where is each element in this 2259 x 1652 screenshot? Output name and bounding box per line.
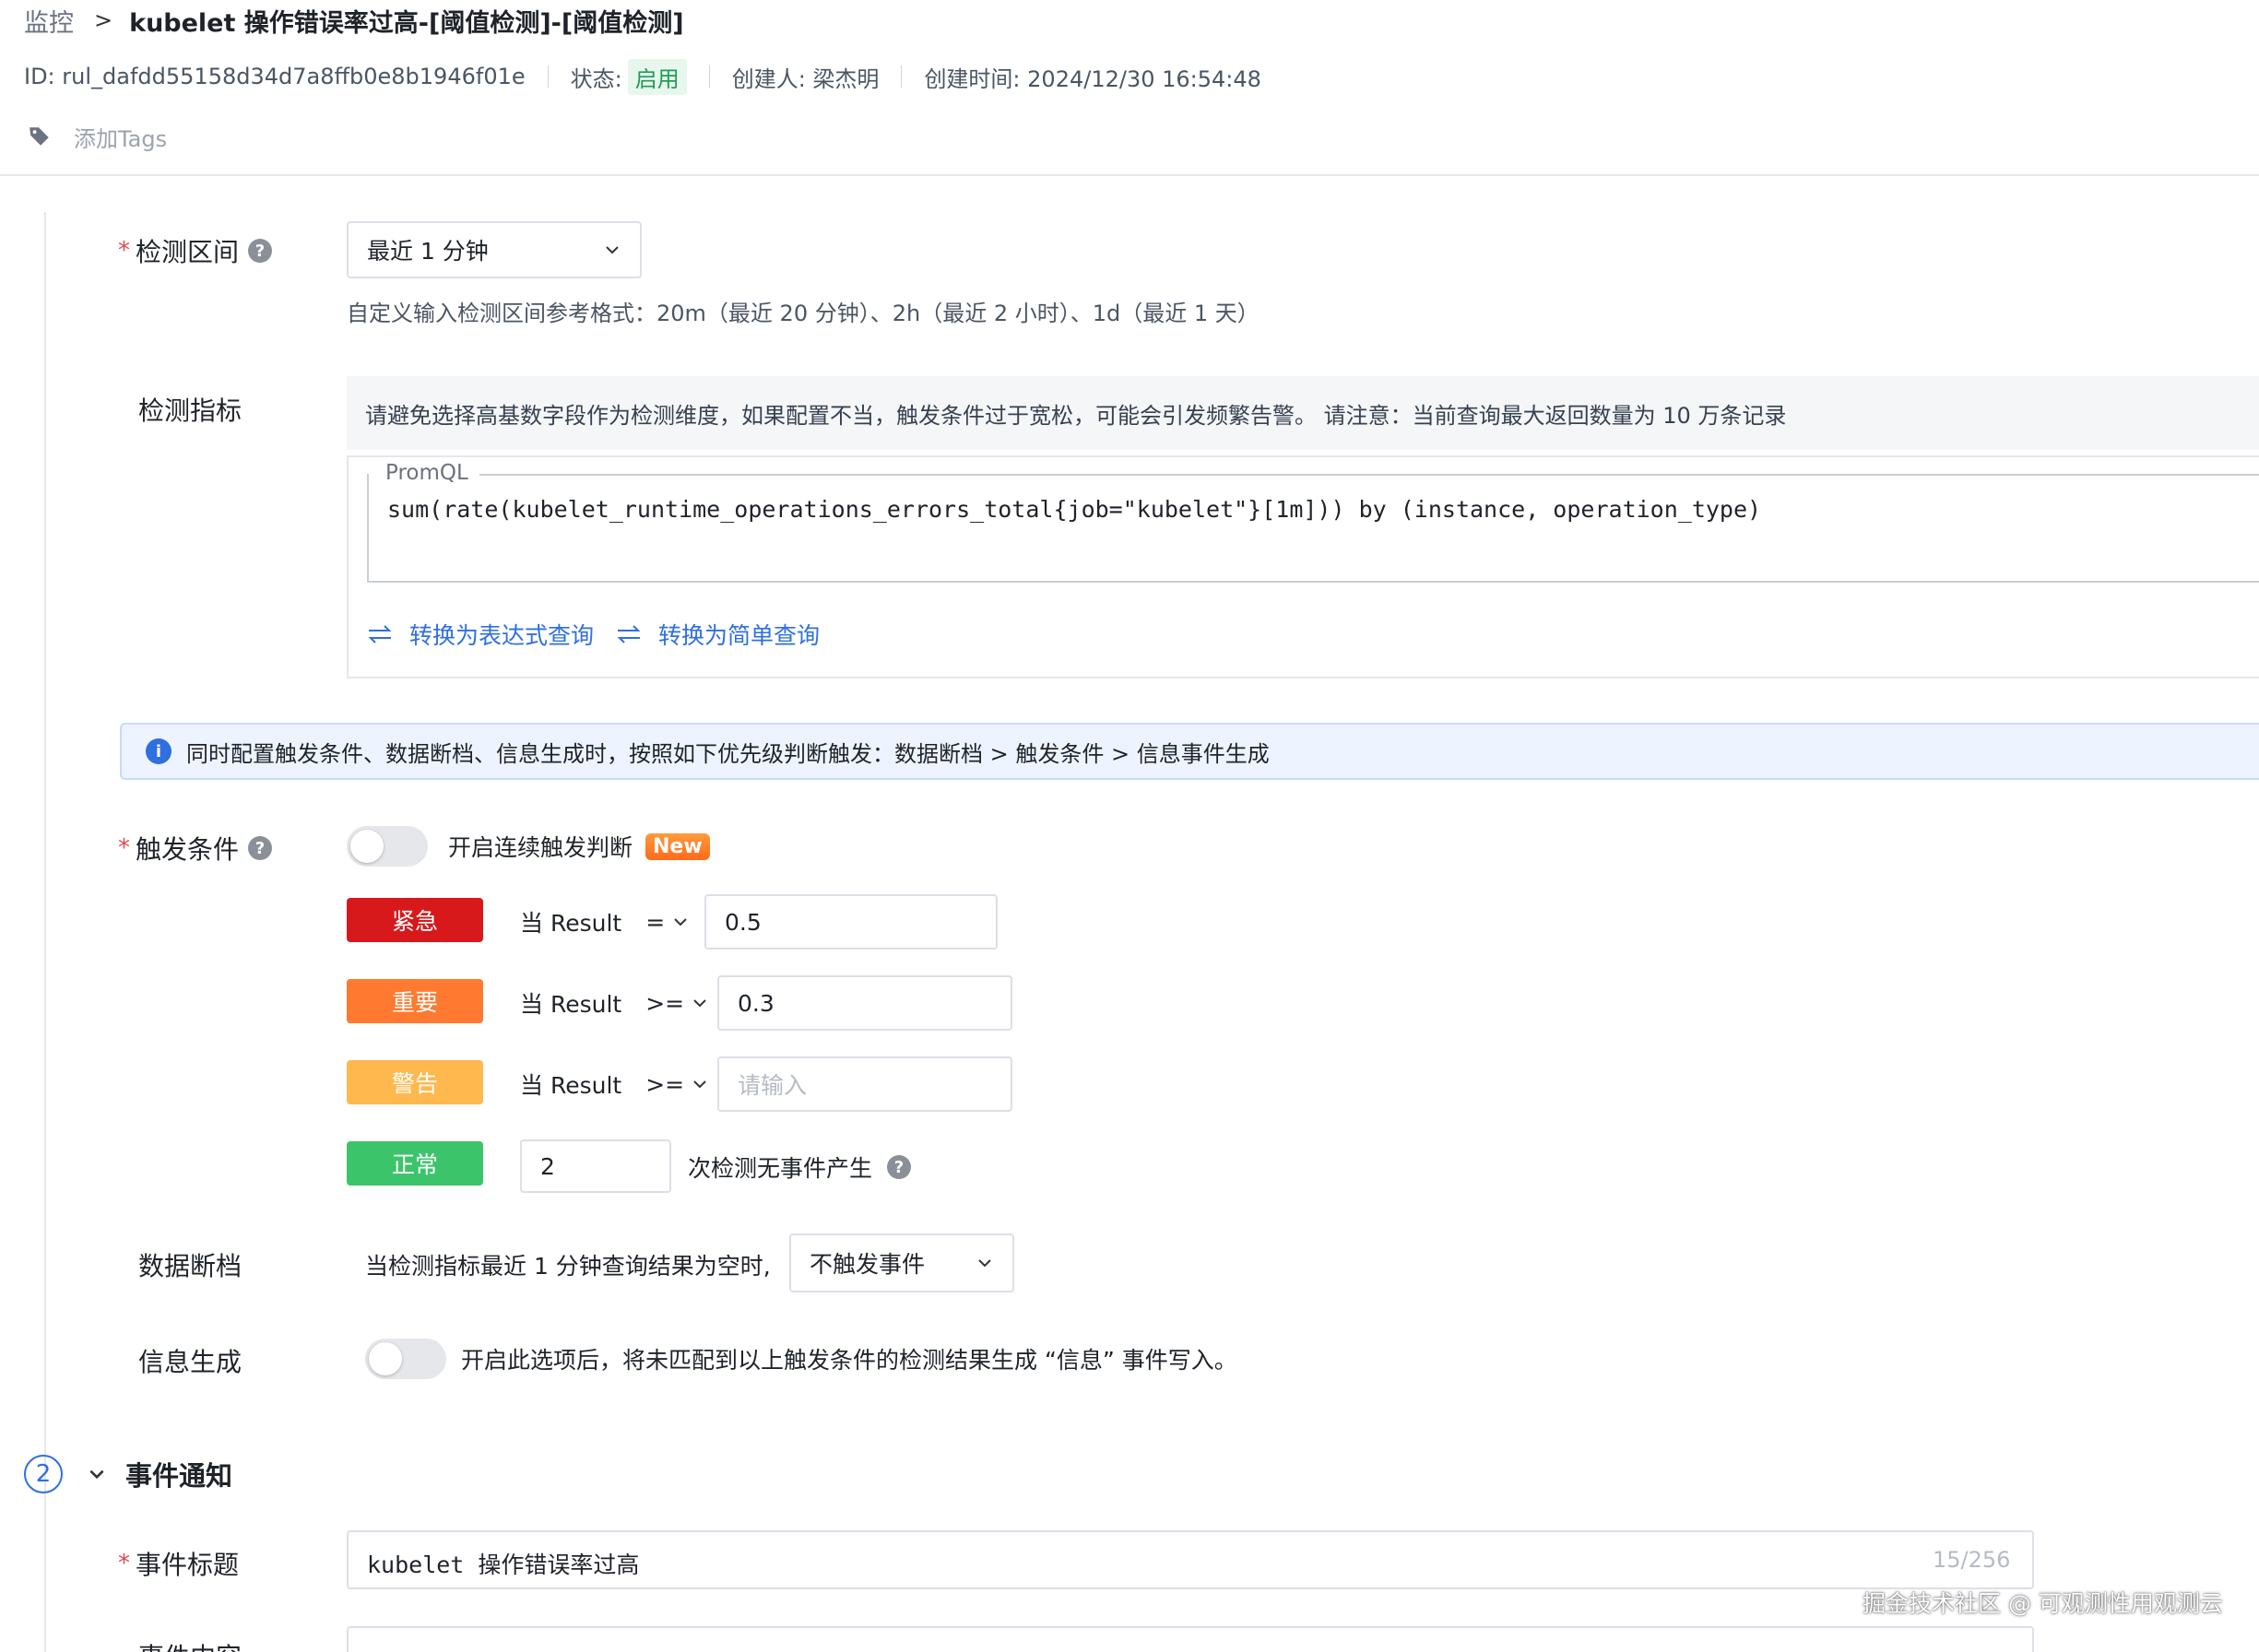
continuous-trigger-label: 开启连续触发判断 bbox=[448, 834, 633, 861]
promql-label: PromQL bbox=[380, 461, 474, 485]
continuous-trigger-row: 开启连续触发判断 New bbox=[347, 826, 710, 867]
required-mark: * bbox=[118, 1550, 130, 1577]
threshold-input-warning[interactable]: 请输入 bbox=[717, 1056, 1012, 1112]
condition-when: 当 Result bbox=[520, 910, 622, 937]
tag-icon bbox=[30, 127, 49, 146]
add-tags-label: 添加Tags bbox=[74, 125, 168, 152]
watermark: 掘金技术社区 @ 可观测性用观测云 bbox=[1863, 1590, 2223, 1617]
info-icon: i bbox=[146, 738, 171, 764]
meta-divider bbox=[708, 65, 710, 88]
info-gen-toggle[interactable] bbox=[365, 1339, 446, 1379]
condition-critical: 当 Result = bbox=[520, 905, 689, 938]
promql-input[interactable] bbox=[367, 474, 2259, 583]
normal-suffix: 次检测无事件产生 bbox=[688, 1155, 873, 1182]
detect-range-label: * 检测区间 ? bbox=[118, 232, 273, 269]
operator-select[interactable]: = bbox=[645, 909, 689, 936]
help-icon[interactable]: ? bbox=[887, 1155, 912, 1179]
promql-query[interactable]: sum(rate(kubelet_runtime_operations_erro… bbox=[387, 496, 1761, 523]
severity-warning: 警告 bbox=[347, 1060, 483, 1104]
event-notify-section-header[interactable]: 2 事件通知 bbox=[24, 1455, 232, 1493]
priority-info-bar: i 同时配置触发条件、数据断档、信息生成时，按照如下优先级判断触发：数据断档 >… bbox=[120, 723, 2259, 780]
chevron-down-icon bbox=[978, 1259, 991, 1268]
trigger-label: * 触发条件 ? bbox=[118, 830, 273, 867]
help-icon[interactable]: ? bbox=[248, 239, 273, 263]
operator-value: >= bbox=[645, 1070, 685, 1098]
page-title: kubelet 操作错误率过高-[阈值检测]-[阈值检测] bbox=[129, 8, 684, 38]
operator-value: >= bbox=[645, 989, 685, 1017]
operator-select[interactable]: >= bbox=[645, 990, 708, 1017]
swap-icon bbox=[368, 625, 392, 643]
chevron-down-icon bbox=[693, 1080, 706, 1089]
swap-icon bbox=[617, 625, 641, 643]
header-divider bbox=[0, 174, 2259, 176]
step-number: 2 bbox=[24, 1455, 63, 1493]
status-badge: 启用 bbox=[627, 58, 687, 95]
rule-meta-row: ID: rul_dafdd55158d34d7a8ffb0e8b1946f01e… bbox=[24, 57, 1261, 96]
required-mark: * bbox=[118, 834, 130, 862]
severity-critical: 紧急 bbox=[347, 898, 483, 942]
meta-divider bbox=[547, 65, 549, 88]
creator: 创建人: 梁杰明 bbox=[731, 65, 880, 92]
breadcrumb-separator: > bbox=[94, 7, 113, 33]
chevron-down-icon bbox=[693, 999, 706, 1008]
switch-expression-label: 转换为表达式查询 bbox=[409, 622, 595, 649]
threshold-input-critical[interactable]: 0.5 bbox=[704, 894, 998, 950]
detect-range-hint: 自定义输入检测区间参考格式：20m（最近 20 分钟）、2h（最近 2 小时）、… bbox=[347, 301, 1260, 326]
operator-value: = bbox=[645, 908, 666, 936]
chevron-down-icon bbox=[674, 918, 687, 926]
chevron-down-icon bbox=[606, 246, 619, 254]
info-gen-row: 开启此选项后，将未匹配到以上触发条件的检测结果生成 “信息” 事件写入。 bbox=[365, 1339, 1237, 1379]
trigger-label-text: 触发条件 bbox=[136, 834, 240, 865]
created-time: 创建时间: 2024/12/30 16:54:48 bbox=[924, 65, 1261, 92]
event-content-label: 事件内容 bbox=[138, 1637, 242, 1652]
add-tags-button[interactable]: 添加Tags bbox=[28, 118, 167, 155]
no-data-label: 数据断档 bbox=[138, 1251, 242, 1281]
meta-divider bbox=[901, 65, 903, 88]
condition-warning: 当 Result >= bbox=[520, 1068, 708, 1101]
event-title-label: * 事件标题 bbox=[118, 1545, 239, 1582]
breadcrumb: 监控 > kubelet 操作错误率过高-[阈值检测]-[阈值检测] bbox=[24, 2, 684, 39]
info-gen-text: 开启此选项后，将未匹配到以上触发条件的检测结果生成 “信息” 事件写入。 bbox=[461, 1347, 1237, 1374]
help-icon[interactable]: ? bbox=[248, 836, 273, 860]
rule-id: ID: rul_dafdd55158d34d7a8ffb0e8b1946f01e bbox=[24, 64, 526, 89]
event-title-label-text: 事件标题 bbox=[136, 1550, 240, 1580]
detect-range-value: 最近 1 分钟 bbox=[367, 238, 489, 265]
char-counter: 15/256 bbox=[1933, 1547, 2011, 1573]
switch-simple-label: 转换为简单查询 bbox=[658, 622, 821, 649]
event-title-value: kubelet 操作错误率过高 bbox=[367, 1552, 640, 1578]
threshold-input-important[interactable]: 0.3 bbox=[717, 975, 1012, 1031]
switch-simple-button[interactable]: 转换为简单查询 bbox=[616, 618, 820, 651]
detect-range-label-text: 检测区间 bbox=[136, 237, 240, 267]
operator-select[interactable]: >= bbox=[645, 1071, 708, 1098]
info-gen-label: 信息生成 bbox=[138, 1347, 242, 1377]
required-mark: * bbox=[118, 237, 130, 265]
condition-when: 当 Result bbox=[520, 1072, 622, 1099]
event-content-editor[interactable] bbox=[347, 1626, 2034, 1652]
switch-expression-button[interactable]: 转换为表达式查询 bbox=[367, 618, 594, 651]
promql-border bbox=[479, 474, 2259, 476]
step-rail bbox=[44, 212, 46, 1652]
breadcrumb-root-link[interactable]: 监控 bbox=[24, 3, 74, 39]
normal-suffix-row: 次检测无事件产生 ? bbox=[688, 1150, 912, 1184]
no-data-text: 当检测指标最近 1 分钟查询结果为空时, bbox=[365, 1253, 771, 1280]
condition-when: 当 Result bbox=[520, 991, 622, 1018]
new-badge: New bbox=[645, 832, 710, 860]
metric-tip: 请避免选择高基数字段作为检测维度，如果配置不当，触发条件过于宽松，可能会引发频繁… bbox=[347, 376, 2259, 450]
no-data-select[interactable]: 不触发事件 bbox=[789, 1233, 1014, 1292]
section-title: 事件通知 bbox=[125, 1460, 233, 1492]
chevron-down-icon bbox=[89, 1469, 104, 1480]
detect-range-select[interactable]: 最近 1 分钟 bbox=[347, 221, 642, 278]
metric-label: 检测指标 bbox=[138, 395, 242, 426]
no-data-value: 不触发事件 bbox=[810, 1251, 926, 1278]
status-label: 状态: bbox=[570, 65, 622, 92]
condition-important: 当 Result >= bbox=[520, 986, 708, 1020]
normal-count-input[interactable]: 2 bbox=[520, 1139, 671, 1193]
severity-important: 重要 bbox=[347, 979, 483, 1023]
priority-info-text: 同时配置触发条件、数据断档、信息生成时，按照如下优先级判断触发：数据断档 > 触… bbox=[186, 740, 1270, 767]
continuous-trigger-toggle[interactable] bbox=[347, 826, 428, 867]
severity-normal: 正常 bbox=[347, 1141, 483, 1186]
